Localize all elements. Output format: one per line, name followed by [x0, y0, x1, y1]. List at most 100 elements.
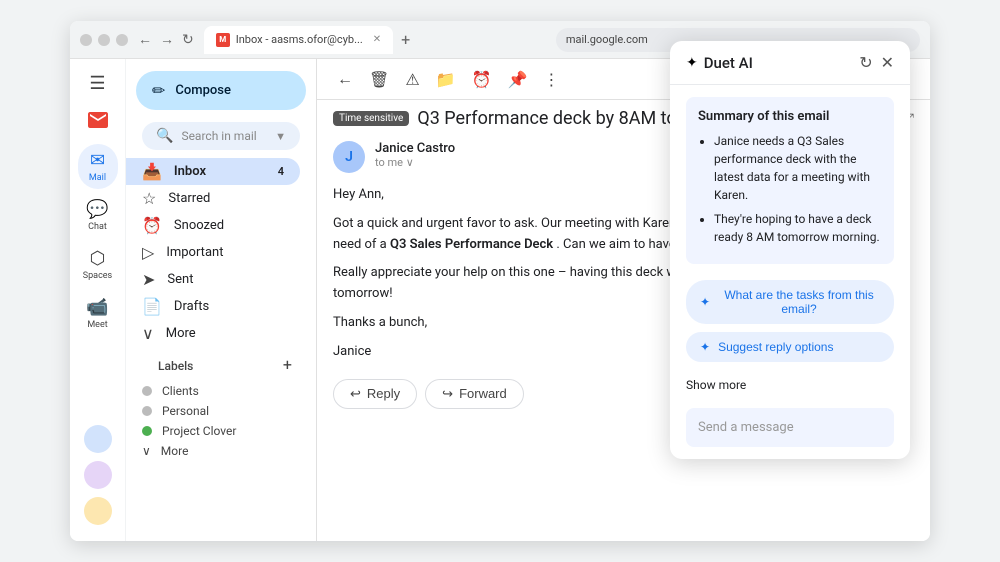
search-dropdown-icon[interactable]: ▼: [275, 130, 286, 143]
label-clients[interactable]: Clients: [126, 381, 316, 401]
show-more-button[interactable]: Show more: [686, 374, 894, 396]
duet-body: Summary of this email Janice needs a Q3 …: [670, 85, 910, 459]
reply-icon: ↩: [350, 386, 361, 402]
label-more[interactable]: ∨ More: [126, 441, 316, 461]
menu-icon: ☰: [89, 73, 105, 94]
compose-icon: ✏: [152, 81, 165, 100]
chat-label: Chat: [88, 222, 107, 232]
duet-close-icon[interactable]: ✕: [881, 53, 894, 72]
more-nav-label: More: [166, 326, 196, 341]
nav-item-important[interactable]: ▷ Important: [126, 239, 300, 266]
sidebar-avatars: [84, 425, 112, 533]
add-label-button[interactable]: +: [283, 355, 300, 374]
message-input[interactable]: Send a message: [686, 408, 894, 447]
nav-icons: ← → ↻: [136, 29, 196, 50]
starred-label: Starred: [168, 191, 210, 206]
nav-item-more[interactable]: ∨ More: [126, 320, 300, 347]
chat-icon: 💬: [86, 199, 108, 220]
sidebar-item-chat[interactable]: 💬 Chat: [78, 193, 118, 238]
chip-tasks-label: What are the tasks from this email?: [718, 288, 880, 316]
browser-max-dot: [116, 34, 128, 46]
mail-icon: ✉: [90, 150, 105, 171]
sidebar-icon-menu[interactable]: ☰: [78, 67, 118, 100]
tab-bar: M Inbox - aasms.ofor@cyb... ✕ +: [204, 26, 548, 54]
toolbar-folder-icon[interactable]: 📁: [432, 66, 460, 93]
gmail-favicon: M: [216, 33, 230, 47]
contact-avatar-2[interactable]: [84, 461, 112, 489]
nav-item-snoozed[interactable]: ⏰ Snoozed: [126, 212, 300, 239]
gmail-tab[interactable]: M Inbox - aasms.ofor@cyb... ✕: [204, 26, 393, 54]
toolbar-more-icon[interactable]: ⋮: [539, 66, 563, 93]
label-dot-clients: [142, 386, 152, 396]
reply-label: Reply: [367, 386, 400, 401]
tab-close-icon[interactable]: ✕: [373, 34, 381, 45]
gmail-logo: [70, 104, 126, 140]
toolbar-archive-icon[interactable]: 🗑: [365, 66, 393, 93]
label-project-clover[interactable]: Project Clover: [126, 421, 316, 441]
browser-close-dot: [80, 34, 92, 46]
more-labels-label: More: [161, 444, 189, 458]
summary-point-1: Janice needs a Q3 Sales performance deck…: [714, 132, 882, 204]
email-body-bold1: Q3 Sales Performance Deck: [390, 237, 553, 252]
search-input[interactable]: Search in mail: [181, 129, 267, 143]
contact-avatar-1[interactable]: [84, 425, 112, 453]
nav-item-sent[interactable]: ➤ Sent: [126, 266, 300, 293]
inbox-label: Inbox: [174, 164, 206, 179]
show-more-label: Show more: [686, 378, 746, 392]
label-dot-project-clover: [142, 426, 152, 436]
summary-title: Summary of this email: [698, 109, 882, 124]
nav-item-inbox[interactable]: 📥 Inbox 4: [126, 158, 300, 185]
suggestion-chips: ✦ What are the tasks from this email? ✦ …: [686, 280, 894, 362]
duet-spark-icon: ✦: [686, 55, 698, 71]
toolbar-snooze-icon[interactable]: ⏰: [468, 66, 496, 93]
contact-avatar-3[interactable]: [84, 497, 112, 525]
inbox-badge: 4: [278, 165, 284, 178]
duet-header: ✦ Duet AI ↻ ✕: [670, 41, 910, 85]
duet-header-icons: ↻ ✕: [859, 53, 894, 72]
compose-label: Compose: [175, 83, 231, 98]
toolbar-back-icon[interactable]: ←: [333, 65, 357, 93]
chip-reply-label: Suggest reply options: [718, 340, 833, 354]
important-label: Important: [166, 245, 223, 260]
sidebar-item-spaces[interactable]: ⬡ Spaces: [78, 242, 118, 287]
sidebar-item-meet[interactable]: 📹 Meet: [78, 291, 118, 336]
more-nav-icon: ∨: [142, 324, 154, 343]
forward-button[interactable]: ↪ Forward: [425, 379, 524, 409]
browser-controls: [80, 34, 128, 46]
compose-button[interactable]: ✏ Compose: [136, 71, 306, 110]
label-personal[interactable]: Personal: [126, 401, 316, 421]
more-labels-icon: ∨: [142, 444, 151, 458]
drafts-icon: 📄: [142, 297, 162, 316]
chip-tasks-button[interactable]: ✦ What are the tasks from this email?: [686, 280, 894, 324]
left-nav-panel: ✏ Compose 🔍 Search in mail ▼ 📥 Inbox 4 ☆…: [126, 59, 316, 541]
new-tab-button[interactable]: +: [397, 30, 414, 49]
browser-min-dot: [98, 34, 110, 46]
reply-button[interactable]: ↩ Reply: [333, 379, 417, 409]
nav-item-drafts[interactable]: 📄 Drafts: [126, 293, 300, 320]
search-bar[interactable]: 🔍 Search in mail ▼: [142, 122, 300, 150]
browser-window: ← → ↻ M Inbox - aasms.ofor@cyb... ✕ + ma…: [70, 21, 930, 541]
labels-section-header: Labels +: [126, 347, 316, 381]
label-name-clients: Clients: [162, 384, 199, 398]
summary-point-2: They're hoping to have a deck ready 8 AM…: [714, 210, 882, 246]
nav-item-starred[interactable]: ☆ Starred: [126, 185, 300, 212]
meet-label: Meet: [87, 320, 107, 330]
sender-avatar: J: [333, 141, 365, 173]
spaces-label: Spaces: [83, 271, 112, 281]
sidebar-item-mail[interactable]: ✉ Mail: [78, 144, 118, 189]
important-icon: ▷: [142, 243, 154, 262]
inbox-icon: 📥: [142, 162, 162, 181]
refresh-icon[interactable]: ↻: [180, 30, 196, 50]
labels-title: Labels: [142, 351, 209, 377]
spaces-icon: ⬡: [90, 248, 106, 269]
sent-icon: ➤: [142, 270, 155, 289]
duet-ai-panel: ✦ Duet AI ↻ ✕ Summary of this email Jani…: [670, 41, 910, 459]
toolbar-spam-icon[interactable]: ⚠: [401, 66, 423, 93]
back-icon[interactable]: ←: [136, 29, 154, 50]
duet-refresh-icon[interactable]: ↻: [859, 53, 872, 72]
chip-reply-button[interactable]: ✦ Suggest reply options: [686, 332, 894, 362]
tab-label: Inbox - aasms.ofor@cyb...: [236, 33, 363, 46]
label-name-personal: Personal: [162, 404, 209, 418]
forward-icon[interactable]: →: [158, 29, 176, 50]
toolbar-task-icon[interactable]: 📌: [504, 66, 532, 93]
